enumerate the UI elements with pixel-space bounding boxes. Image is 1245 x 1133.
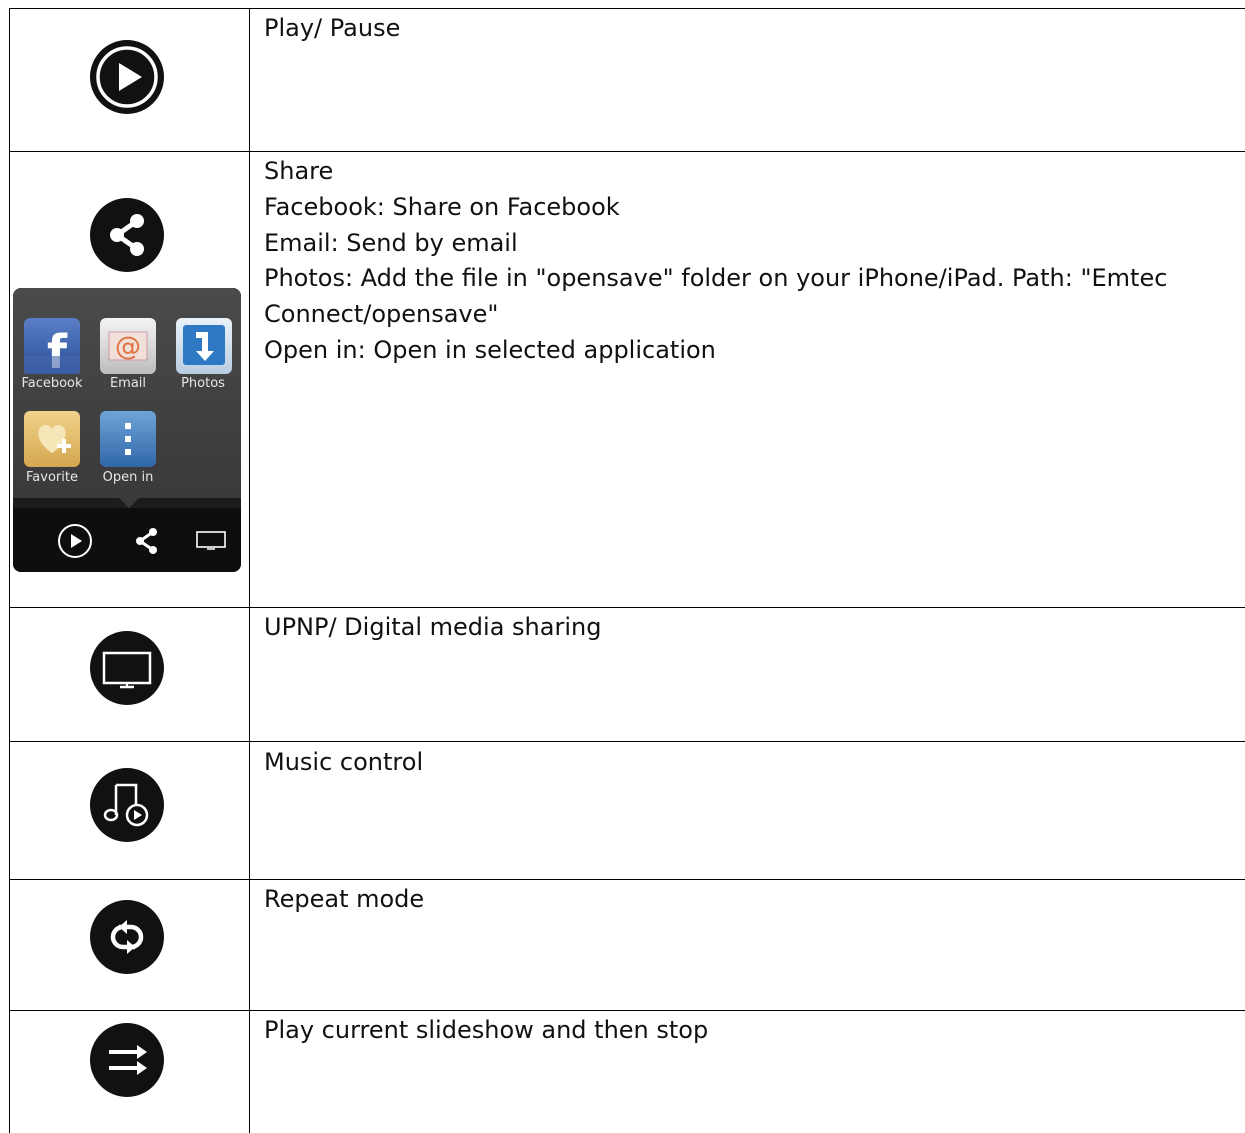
share-menu-toolbar [13,508,241,572]
column-divider [249,8,250,1133]
row-divider [9,741,1245,742]
row-description-line: Connect/opensave" [264,300,499,328]
row-divider [9,879,1245,880]
row-description-line: Facebook: Share on Facebook [264,193,620,221]
share-icon [89,197,165,277]
row-description: Music control [264,748,424,776]
row-divider [9,151,1245,152]
row-divider [9,1010,1245,1011]
play-icon[interactable] [57,523,93,559]
row-description: Share [264,157,334,185]
share-menu-screenshot: f Facebook @ Email Photos Favorite Open … [13,288,241,572]
music-icon [89,767,165,847]
share-icon[interactable] [131,525,163,557]
facebook-icon[interactable]: f [24,318,80,379]
row-description-line: Email: Send by email [264,229,518,257]
open-in-icon[interactable] [100,411,156,467]
favorite-icon[interactable] [24,411,80,467]
row-description: Repeat mode [264,885,425,913]
slideshow-stop-icon [89,1022,165,1102]
app-label: Photos [181,376,225,391]
email-icon[interactable]: @ [100,318,156,374]
row-description: UPNP/ Digital media sharing [264,613,602,641]
app-label: Email [109,376,147,391]
table-left-border [9,8,10,1133]
row-description: Play/ Pause [264,14,401,42]
photos-icon[interactable] [176,318,232,374]
app-label: Favorite [26,470,78,485]
row-description: Play current slideshow and then stop [264,1016,709,1044]
svg-text:@: @ [115,332,141,362]
play-icon [89,39,165,119]
row-divider [9,607,1245,608]
repeat-icon [89,899,165,979]
tv-icon [89,630,165,710]
table-top-border [9,8,1245,9]
row-description-line: Open in: Open in selected application [264,336,716,364]
row-description-line: Photos: Add the file in "opensave" folde… [264,264,1168,292]
app-label: Open in [102,470,154,485]
tv-icon[interactable] [195,529,227,553]
app-label: Facebook [21,376,83,391]
